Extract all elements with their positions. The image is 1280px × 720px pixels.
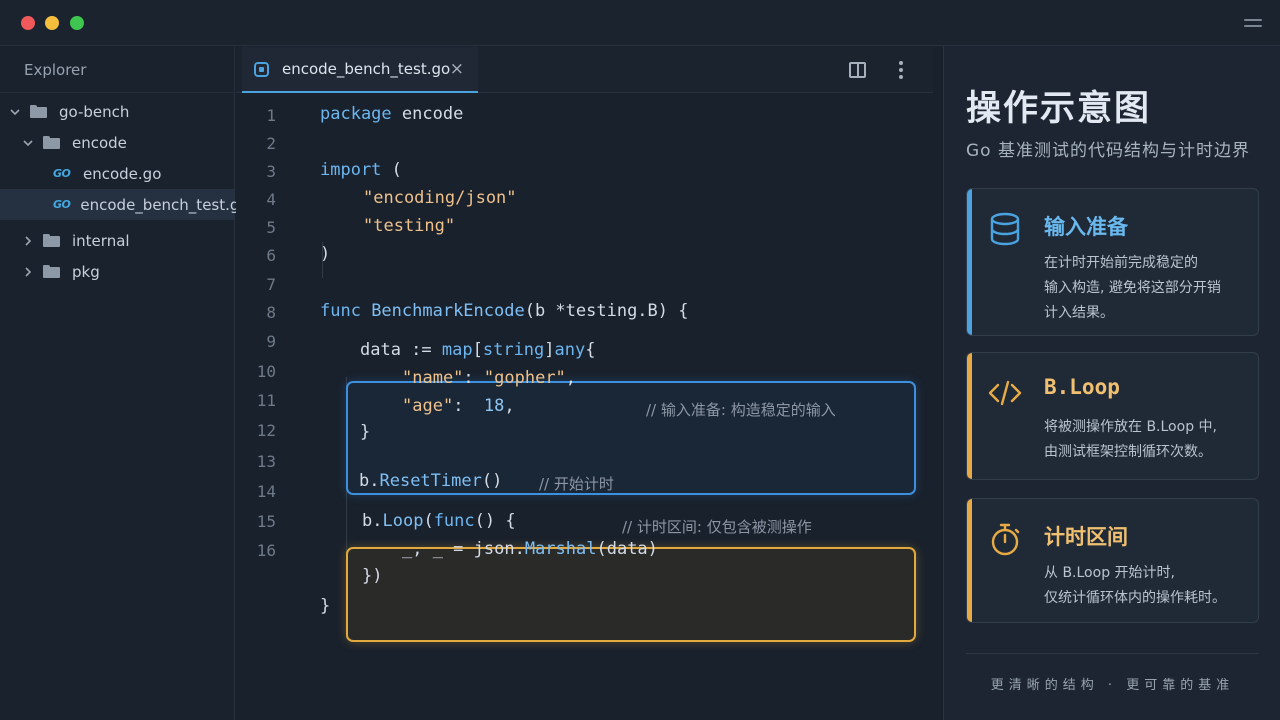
code-line: }): [362, 566, 383, 586]
code-area[interactable]: 1 2 3 4 5 6 7 8 9 10 11 12 13 14 15 16 p…: [236, 94, 933, 720]
tab-encode-bench-test-go[interactable]: encode_bench_test.go ×: [242, 47, 478, 93]
app-window: Explorer go-bench encode GO encode.go GO…: [0, 0, 1280, 720]
timing-region-highlight: [346, 547, 916, 642]
title-bar: [0, 0, 1280, 46]
chevron-down-icon: [10, 108, 20, 115]
database-icon: [990, 212, 1020, 246]
card-accent-bar: [967, 189, 972, 335]
card-timing-region: 计时区间 从 B.Loop 开始计时, 仅统计循环体内的操作耗时。: [966, 498, 1259, 623]
code-line: "age": 18,: [402, 396, 515, 416]
line-number: 9: [266, 332, 276, 351]
diagram-panel: 操作示意图 Go 基准测试的代码结构与计时边界 输入准备 在计时开始前完成稳定的…: [943, 46, 1280, 720]
tree-folder-encode[interactable]: encode: [0, 127, 235, 158]
explorer-header: Explorer: [0, 47, 234, 93]
code-line: }: [360, 422, 371, 442]
tree-label: encode: [72, 133, 127, 152]
minimize-window-button[interactable]: [45, 16, 59, 30]
panel-footer: 更清晰的结构 · 更可靠的基准: [990, 678, 1235, 693]
menu-icon[interactable]: [1244, 17, 1262, 29]
line-number: 1: [266, 106, 276, 125]
folder-icon: [30, 105, 47, 118]
code-line: _, _ = json.Marshal(data): [402, 539, 658, 559]
folder-icon: [43, 234, 60, 247]
tree-label: pkg: [72, 262, 100, 281]
split-editor-icon[interactable]: [849, 62, 866, 78]
card-title: 输入准备: [1044, 215, 1128, 239]
folder-icon: [43, 136, 60, 149]
card-accent-bar: [967, 499, 972, 622]
line-number: 10: [256, 362, 276, 381]
tree-label: go-bench: [59, 102, 130, 121]
card-description: 在计时开始前完成稳定的 输入构造, 避免将这部分开销 计入结果。: [1044, 255, 1221, 321]
footer-divider: [966, 653, 1259, 654]
line-number: 11: [256, 391, 276, 410]
card-input-preparation: 输入准备 在计时开始前完成稳定的 输入构造, 避免将这部分开销 计入结果。: [966, 188, 1259, 336]
chevron-down-icon: [23, 139, 33, 146]
code-line: import (: [320, 160, 402, 180]
line-number: 2: [266, 134, 276, 153]
tree-label: encode_bench_test.go: [80, 195, 249, 214]
go-file-icon: GO: [53, 167, 71, 180]
tab-label: encode_bench_test.go: [282, 60, 451, 78]
line-number: 13: [256, 452, 276, 471]
tree-file-encode-go[interactable]: GO encode.go: [0, 158, 235, 189]
card-title: 计时区间: [1044, 525, 1128, 549]
close-window-button[interactable]: [21, 16, 35, 30]
tree-folder-pkg[interactable]: pkg: [0, 256, 235, 287]
code-line: data := map[string]any{: [360, 340, 596, 360]
card-description: 将被测操作放在 B.Loop 中, 由测试框架控制循环次数。: [1044, 419, 1217, 460]
stopwatch-icon: [991, 523, 1020, 556]
line-number: 8: [266, 303, 276, 322]
code-line: b.Loop(func() {: [362, 511, 516, 531]
more-actions-icon[interactable]: [894, 61, 908, 79]
panel-subtitle: Go 基准测试的代码结构与计时边界: [966, 141, 1250, 161]
line-number: 5: [266, 218, 276, 237]
line-number: 14: [256, 482, 276, 501]
go-file-icon: GO: [53, 198, 71, 211]
line-number: 7: [266, 275, 276, 294]
maximize-window-button[interactable]: [70, 16, 84, 30]
chevron-right-icon: [25, 266, 32, 277]
line-number: 12: [256, 421, 276, 440]
folder-icon: [43, 265, 60, 278]
tree-file-encode-bench-test-go[interactable]: GO encode_bench_test.go: [0, 189, 249, 220]
tree-label: internal: [72, 231, 130, 250]
code-line: "name": "gopher",: [402, 368, 577, 388]
code-brackets-icon: [988, 380, 1022, 406]
card-title: B.Loop: [1044, 375, 1120, 399]
line-number: 4: [266, 190, 276, 209]
explorer-sidebar: Explorer go-bench encode GO encode.go GO…: [0, 47, 249, 720]
line-number: 16: [256, 541, 276, 560]
tree-label: encode.go: [83, 164, 162, 183]
code-line: ): [320, 244, 331, 264]
code-line: package encode: [320, 104, 464, 124]
code-editor: encode_bench_test.go × 1 2 3 4 5 6 7 8 9…: [236, 47, 933, 720]
tab-bar: encode_bench_test.go ×: [236, 47, 933, 93]
code-line: func BenchmarkEncode(b *testing.B) {: [320, 301, 689, 321]
code-line: b.ResetTimer(): [359, 471, 503, 491]
tree-folder-go-bench[interactable]: go-bench: [0, 96, 235, 127]
card-b-loop: B.Loop 将被测操作放在 B.Loop 中, 由测试框架控制循环次数。: [966, 352, 1259, 480]
code-line: "encoding/json": [363, 188, 517, 208]
line-number: 3: [266, 162, 276, 181]
tree-folder-internal[interactable]: internal: [0, 225, 235, 256]
close-tab-icon[interactable]: ×: [450, 60, 464, 78]
panel-title: 操作示意图: [966, 89, 1152, 129]
code-comment: // 开始计时: [539, 475, 614, 493]
chevron-right-icon: [25, 235, 32, 246]
line-number: 6: [266, 246, 276, 265]
card-accent-bar: [967, 353, 972, 479]
card-description: 从 B.Loop 开始计时, 仅统计循环体内的操作耗时。: [1044, 565, 1226, 606]
code-line: "testing": [363, 216, 456, 236]
code-comment: // 计时区间: 仅包含被测操作: [622, 518, 812, 536]
go-file-icon: [254, 61, 269, 77]
code-line: }: [320, 596, 331, 616]
line-number: 15: [256, 512, 276, 531]
code-comment: // 输入准备: 构造稳定的输入: [646, 401, 836, 419]
